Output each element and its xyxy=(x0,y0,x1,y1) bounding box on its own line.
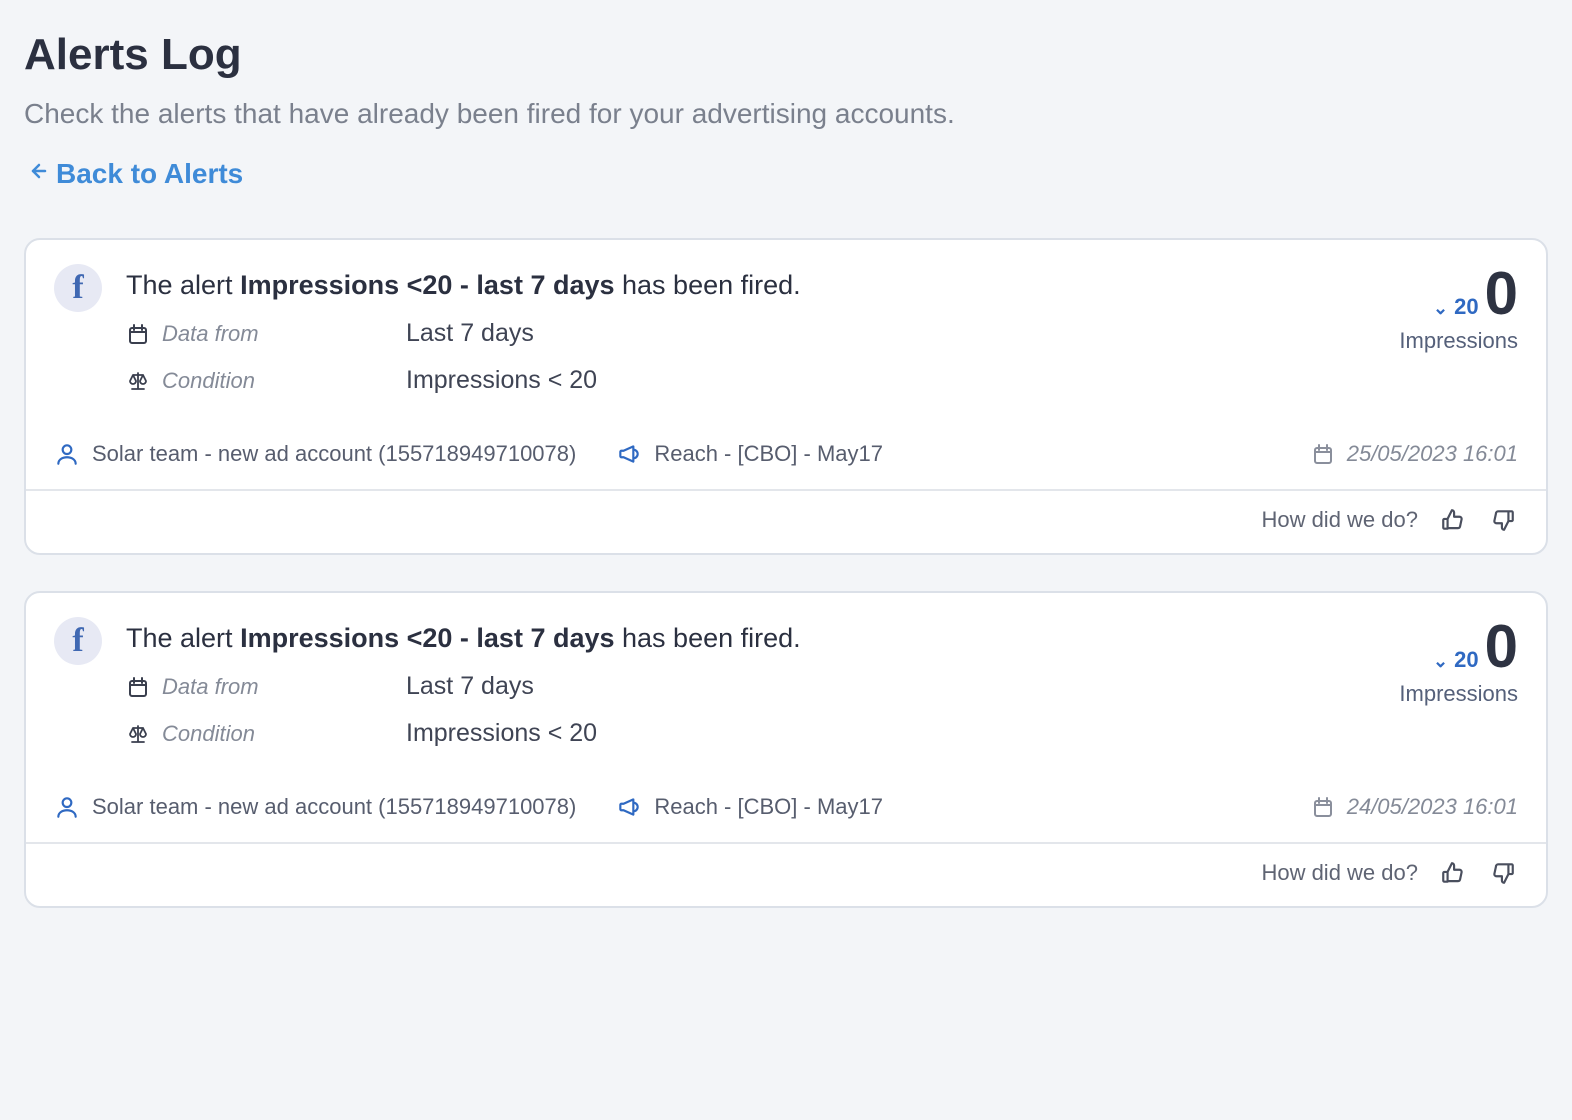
calendar-icon xyxy=(126,675,150,699)
metric-value: 0 xyxy=(1485,264,1518,324)
feedback-prompt: How did we do? xyxy=(1261,860,1418,886)
account-name: Solar team - new ad account (15571894971… xyxy=(92,794,576,820)
alert-title-prefix: The alert xyxy=(126,270,240,300)
feedback-prompt: How did we do? xyxy=(1261,507,1418,533)
divider xyxy=(26,489,1546,491)
alert-title-name: Impressions <20 - last 7 days xyxy=(240,270,614,300)
data-from-label: Data from xyxy=(126,672,406,701)
alert-title: The alert Impressions <20 - last 7 days … xyxy=(126,270,801,301)
thumbs-up-button[interactable] xyxy=(1438,858,1468,888)
timestamp: 24/05/2023 16:01 xyxy=(1311,794,1518,820)
metric-threshold: 20 xyxy=(1454,294,1478,320)
arrow-left-icon xyxy=(24,158,48,190)
account-info: Solar team - new ad account (15571894971… xyxy=(54,441,576,467)
facebook-icon: f xyxy=(54,617,102,665)
scale-icon xyxy=(126,369,150,393)
scale-icon xyxy=(126,722,150,746)
account-info: Solar team - new ad account (15571894971… xyxy=(54,794,576,820)
metric-block: ⌄ 20 0 Impressions xyxy=(1338,617,1518,707)
page-title: Alerts Log xyxy=(24,30,1548,80)
back-link-label: Back to Alerts xyxy=(56,158,243,190)
metric-block: ⌄ 20 0 Impressions xyxy=(1338,264,1518,354)
chevron-down-icon: ⌄ xyxy=(1433,298,1448,319)
timestamp-value: 25/05/2023 16:01 xyxy=(1347,441,1518,467)
condition-value: Impressions < 20 xyxy=(406,719,801,748)
user-icon xyxy=(54,441,80,467)
divider xyxy=(26,842,1546,844)
thumbs-up-icon xyxy=(1440,507,1466,533)
data-from-value: Last 7 days xyxy=(406,319,801,348)
calendar-icon xyxy=(1311,442,1335,466)
metric-value: 0 xyxy=(1485,617,1518,677)
alert-card: f The alert Impressions <20 - last 7 day… xyxy=(24,591,1548,908)
alert-title: The alert Impressions <20 - last 7 days … xyxy=(126,623,801,654)
data-from-label: Data from xyxy=(126,319,406,348)
account-name: Solar team - new ad account (15571894971… xyxy=(92,441,576,467)
metric-threshold: 20 xyxy=(1454,647,1478,673)
facebook-icon: f xyxy=(54,264,102,312)
alert-title-prefix: The alert xyxy=(126,623,240,653)
thumbs-up-icon xyxy=(1440,860,1466,886)
timestamp-value: 24/05/2023 16:01 xyxy=(1347,794,1518,820)
condition-value: Impressions < 20 xyxy=(406,366,801,395)
campaign-info: Reach - [CBO] - May17 xyxy=(616,794,883,820)
thumbs-up-button[interactable] xyxy=(1438,505,1468,535)
calendar-icon xyxy=(126,322,150,346)
thumbs-down-icon xyxy=(1490,860,1516,886)
calendar-icon xyxy=(1311,795,1335,819)
user-icon xyxy=(54,794,80,820)
data-from-value: Last 7 days xyxy=(406,672,801,701)
back-to-alerts-link[interactable]: Back to Alerts xyxy=(24,158,243,190)
campaign-info: Reach - [CBO] - May17 xyxy=(616,441,883,467)
alert-title-suffix: has been fired. xyxy=(615,623,801,653)
metric-name: Impressions xyxy=(1338,328,1518,354)
campaign-name: Reach - [CBO] - May17 xyxy=(654,441,883,467)
page-subtitle: Check the alerts that have already been … xyxy=(24,98,1548,130)
condition-label: Condition xyxy=(126,719,406,748)
thumbs-down-icon xyxy=(1490,507,1516,533)
chevron-down-icon: ⌄ xyxy=(1433,651,1448,672)
alert-title-suffix: has been fired. xyxy=(615,270,801,300)
timestamp: 25/05/2023 16:01 xyxy=(1311,441,1518,467)
megaphone-icon xyxy=(616,441,642,467)
thumbs-down-button[interactable] xyxy=(1488,858,1518,888)
campaign-name: Reach - [CBO] - May17 xyxy=(654,794,883,820)
megaphone-icon xyxy=(616,794,642,820)
alert-card: f The alert Impressions <20 - last 7 day… xyxy=(24,238,1548,555)
thumbs-down-button[interactable] xyxy=(1488,505,1518,535)
alert-title-name: Impressions <20 - last 7 days xyxy=(240,623,614,653)
condition-label: Condition xyxy=(126,366,406,395)
metric-name: Impressions xyxy=(1338,681,1518,707)
